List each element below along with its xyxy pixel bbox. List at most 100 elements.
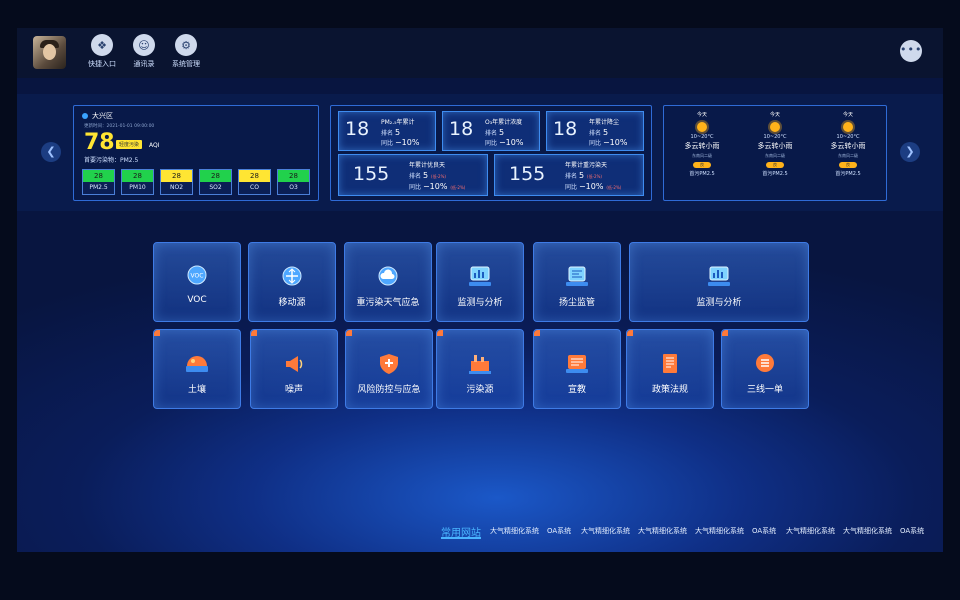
tile-label: 政策法规 [651, 385, 688, 395]
tile-label: 扬尘监管 [558, 298, 595, 308]
aqi-unit: AQI [149, 142, 160, 149]
pollutant-item[interactable]: 28 CO [238, 169, 271, 195]
primary-pollutant: 首要污染物：PM2.5 [84, 157, 139, 164]
pollutant-name: PM2.5 [83, 182, 114, 194]
tile-monitor-analysis[interactable]: 监测与分析 [436, 242, 524, 322]
stat-number: 18 [449, 118, 474, 140]
pollutant-item[interactable]: 28 O3 [277, 169, 310, 195]
pollutant-name: PM10 [122, 182, 153, 194]
site-link[interactable]: 大气精细化系统 [581, 526, 630, 536]
site-link[interactable]: 大气精细化系统 [638, 526, 687, 536]
stat-title: 年累计重污染天 [565, 162, 608, 169]
tile-label: 风险防控与应急 [357, 385, 421, 395]
pollutant-value: 28 [239, 170, 270, 182]
tile-soil[interactable]: 土壤 [153, 329, 241, 409]
pollutant-item[interactable]: 28 PM10 [121, 169, 154, 195]
tile-monitor-analysis[interactable]: 监测与分析 [629, 242, 809, 322]
tile-three-lines[interactable]: 三线一单 [721, 329, 809, 409]
stat-number: 18 [553, 118, 578, 140]
weather-date: 今天 [696, 112, 707, 118]
pollutant-name: SO2 [200, 182, 231, 194]
nav-system-settings[interactable]: ⚙ 系统管理 [161, 34, 211, 69]
pollutant-name: NO2 [161, 182, 192, 194]
weather-desc: 多云转小雨 [684, 142, 720, 150]
weather-date: 今天 [842, 112, 853, 118]
tile-voc[interactable]: VOC VOC [153, 242, 241, 322]
quick-entry-icon: ❖ [91, 34, 113, 56]
pollutant-value: 28 [122, 170, 153, 182]
site-link[interactable]: 大气精细化系统 [786, 526, 835, 536]
weather-desc: 多云转小雨 [757, 142, 793, 150]
info-strip: ❮ ❯ 大兴区 更新时间：2021-01-01 09:00:00 78 轻度污染… [17, 94, 943, 211]
tile-dust-supervision[interactable]: 扬尘监管 [533, 242, 621, 322]
stat-dustfall[interactable]: 18 年累计降尘 排名 5 同比 −10% [546, 111, 644, 151]
tile-pollution-source[interactable]: 污染源 [436, 329, 524, 409]
chevron-right-icon[interactable]: ❯ [900, 142, 920, 162]
stat-number: 155 [353, 163, 390, 185]
site-link[interactable]: OA系统 [752, 526, 776, 536]
stat-good-days[interactable]: 155 年累计优良天 排名 5 (低-2%) 同比 −10% (低-2%) [338, 154, 488, 196]
tile-policy-regulation[interactable]: 政策法规 [626, 329, 714, 409]
svg-text:VOC: VOC [191, 273, 204, 280]
weather-pollutant: 首污PM2.5 [762, 171, 788, 177]
top-bar: ❖ 快捷入口 ☺ 通讯录 ⚙ 系统管理 ••• [17, 28, 943, 78]
weather-card[interactable]: 今天 10~20°C 多云转小雨 东南风二级良首污PM2.5 今天 10~20°C 多云转小… [663, 105, 887, 201]
stat-yoy: 同比 −10% [485, 138, 524, 147]
stat-number: 18 [345, 118, 370, 140]
tile-noise[interactable]: 噪声 [250, 329, 338, 409]
stat-title: O₃年累计浓度 [485, 119, 523, 126]
stat-rank: 排名 5 [381, 128, 401, 137]
pollutant-value: 28 [278, 170, 309, 182]
pollutant-item[interactable]: 28 SO2 [199, 169, 232, 195]
pollutant-item[interactable]: 28 NO2 [160, 169, 193, 195]
bottom-area [0, 552, 960, 600]
tile-mobile-source[interactable]: 移动源 [248, 242, 336, 322]
stat-yoy: 同比 −10% (低-2%) [565, 182, 622, 191]
sun-icon [770, 122, 780, 132]
site-link[interactable]: OA系统 [900, 526, 924, 536]
tile-heavy-pollution-weather[interactable]: 重污染天气应急 [344, 242, 432, 322]
weather-day[interactable]: 今天 10~20°C 多云转小雨 东南风二级良首污PM2.5 [812, 106, 884, 177]
pollutant-item[interactable]: 28 PM2.5 [82, 169, 115, 195]
weather-day[interactable]: 今天 10~20°C 多云转小雨 东南风二级良首污PM2.5 [666, 106, 738, 177]
stat-heavy-pollution-days[interactable]: 155 年累计重污染天 排名 5 (低-2%) 同比 −10% (低-2%) [494, 154, 644, 196]
contacts-icon: ☺ [133, 34, 155, 56]
more-icon[interactable]: ••• [900, 40, 922, 62]
weather-desc: 多云转小雨 [830, 142, 866, 150]
pollutant-name: O3 [278, 182, 309, 194]
sun-icon [843, 122, 853, 132]
tile-label: VOC [187, 295, 207, 305]
weather-date: 今天 [769, 112, 780, 118]
weather-wind: 东南风二级 [838, 153, 858, 158]
tile-education[interactable]: 宣教 [533, 329, 621, 409]
corner-mark [154, 330, 160, 336]
aqi-card[interactable]: 大兴区 更新时间：2021-01-01 09:00:00 78 轻度污染 AQI… [73, 105, 319, 201]
site-link[interactable]: 大气精细化系统 [490, 526, 539, 536]
chevron-left-icon[interactable]: ❮ [41, 142, 61, 162]
air-quality-badge: 良 [766, 162, 784, 168]
nav-label: 通讯录 [133, 60, 155, 68]
site-link[interactable]: 大气精细化系统 [843, 526, 892, 536]
pollutant-value: 28 [83, 170, 114, 182]
stats-card: 18 PM₂.₅年累计 排名 5 同比 −10% 18 O₃年累计浓度 排名 5… [330, 105, 652, 201]
stat-yoy: 同比 −10% (低-2%) [409, 182, 466, 191]
settings-icon: ⚙ [175, 34, 197, 56]
site-link[interactable]: OA系统 [547, 526, 571, 536]
stat-title: PM₂.₅年累计 [381, 119, 415, 126]
tile-label: 监测与分析 [696, 298, 742, 308]
tile-label: 监测与分析 [457, 298, 503, 308]
avatar[interactable] [33, 36, 66, 69]
weather-day[interactable]: 今天 10~20°C 多云转小雨 东南风二级良首污PM2.5 [739, 106, 811, 177]
sun-icon [697, 122, 707, 132]
pollutant-value: 28 [200, 170, 231, 182]
site-link[interactable]: 大气精细化系统 [695, 526, 744, 536]
tile-risk-control[interactable]: 风险防控与应急 [345, 329, 433, 409]
nav-label: 系统管理 [172, 60, 200, 68]
weather-pollutant: 首污PM2.5 [835, 171, 861, 177]
main-frame: ❖ 快捷入口 ☺ 通讯录 ⚙ 系统管理 ••• ❮ ❯ 大兴区 更新时间：202… [17, 28, 943, 552]
tile-label: 土壤 [187, 385, 206, 395]
stat-o3[interactable]: 18 O₃年累计浓度 排名 5 同比 −10% [442, 111, 540, 151]
corner-mark [346, 330, 352, 336]
stat-pm25[interactable]: 18 PM₂.₅年累计 排名 5 同比 −10% [338, 111, 436, 151]
stat-title: 年累计降尘 [589, 119, 620, 126]
